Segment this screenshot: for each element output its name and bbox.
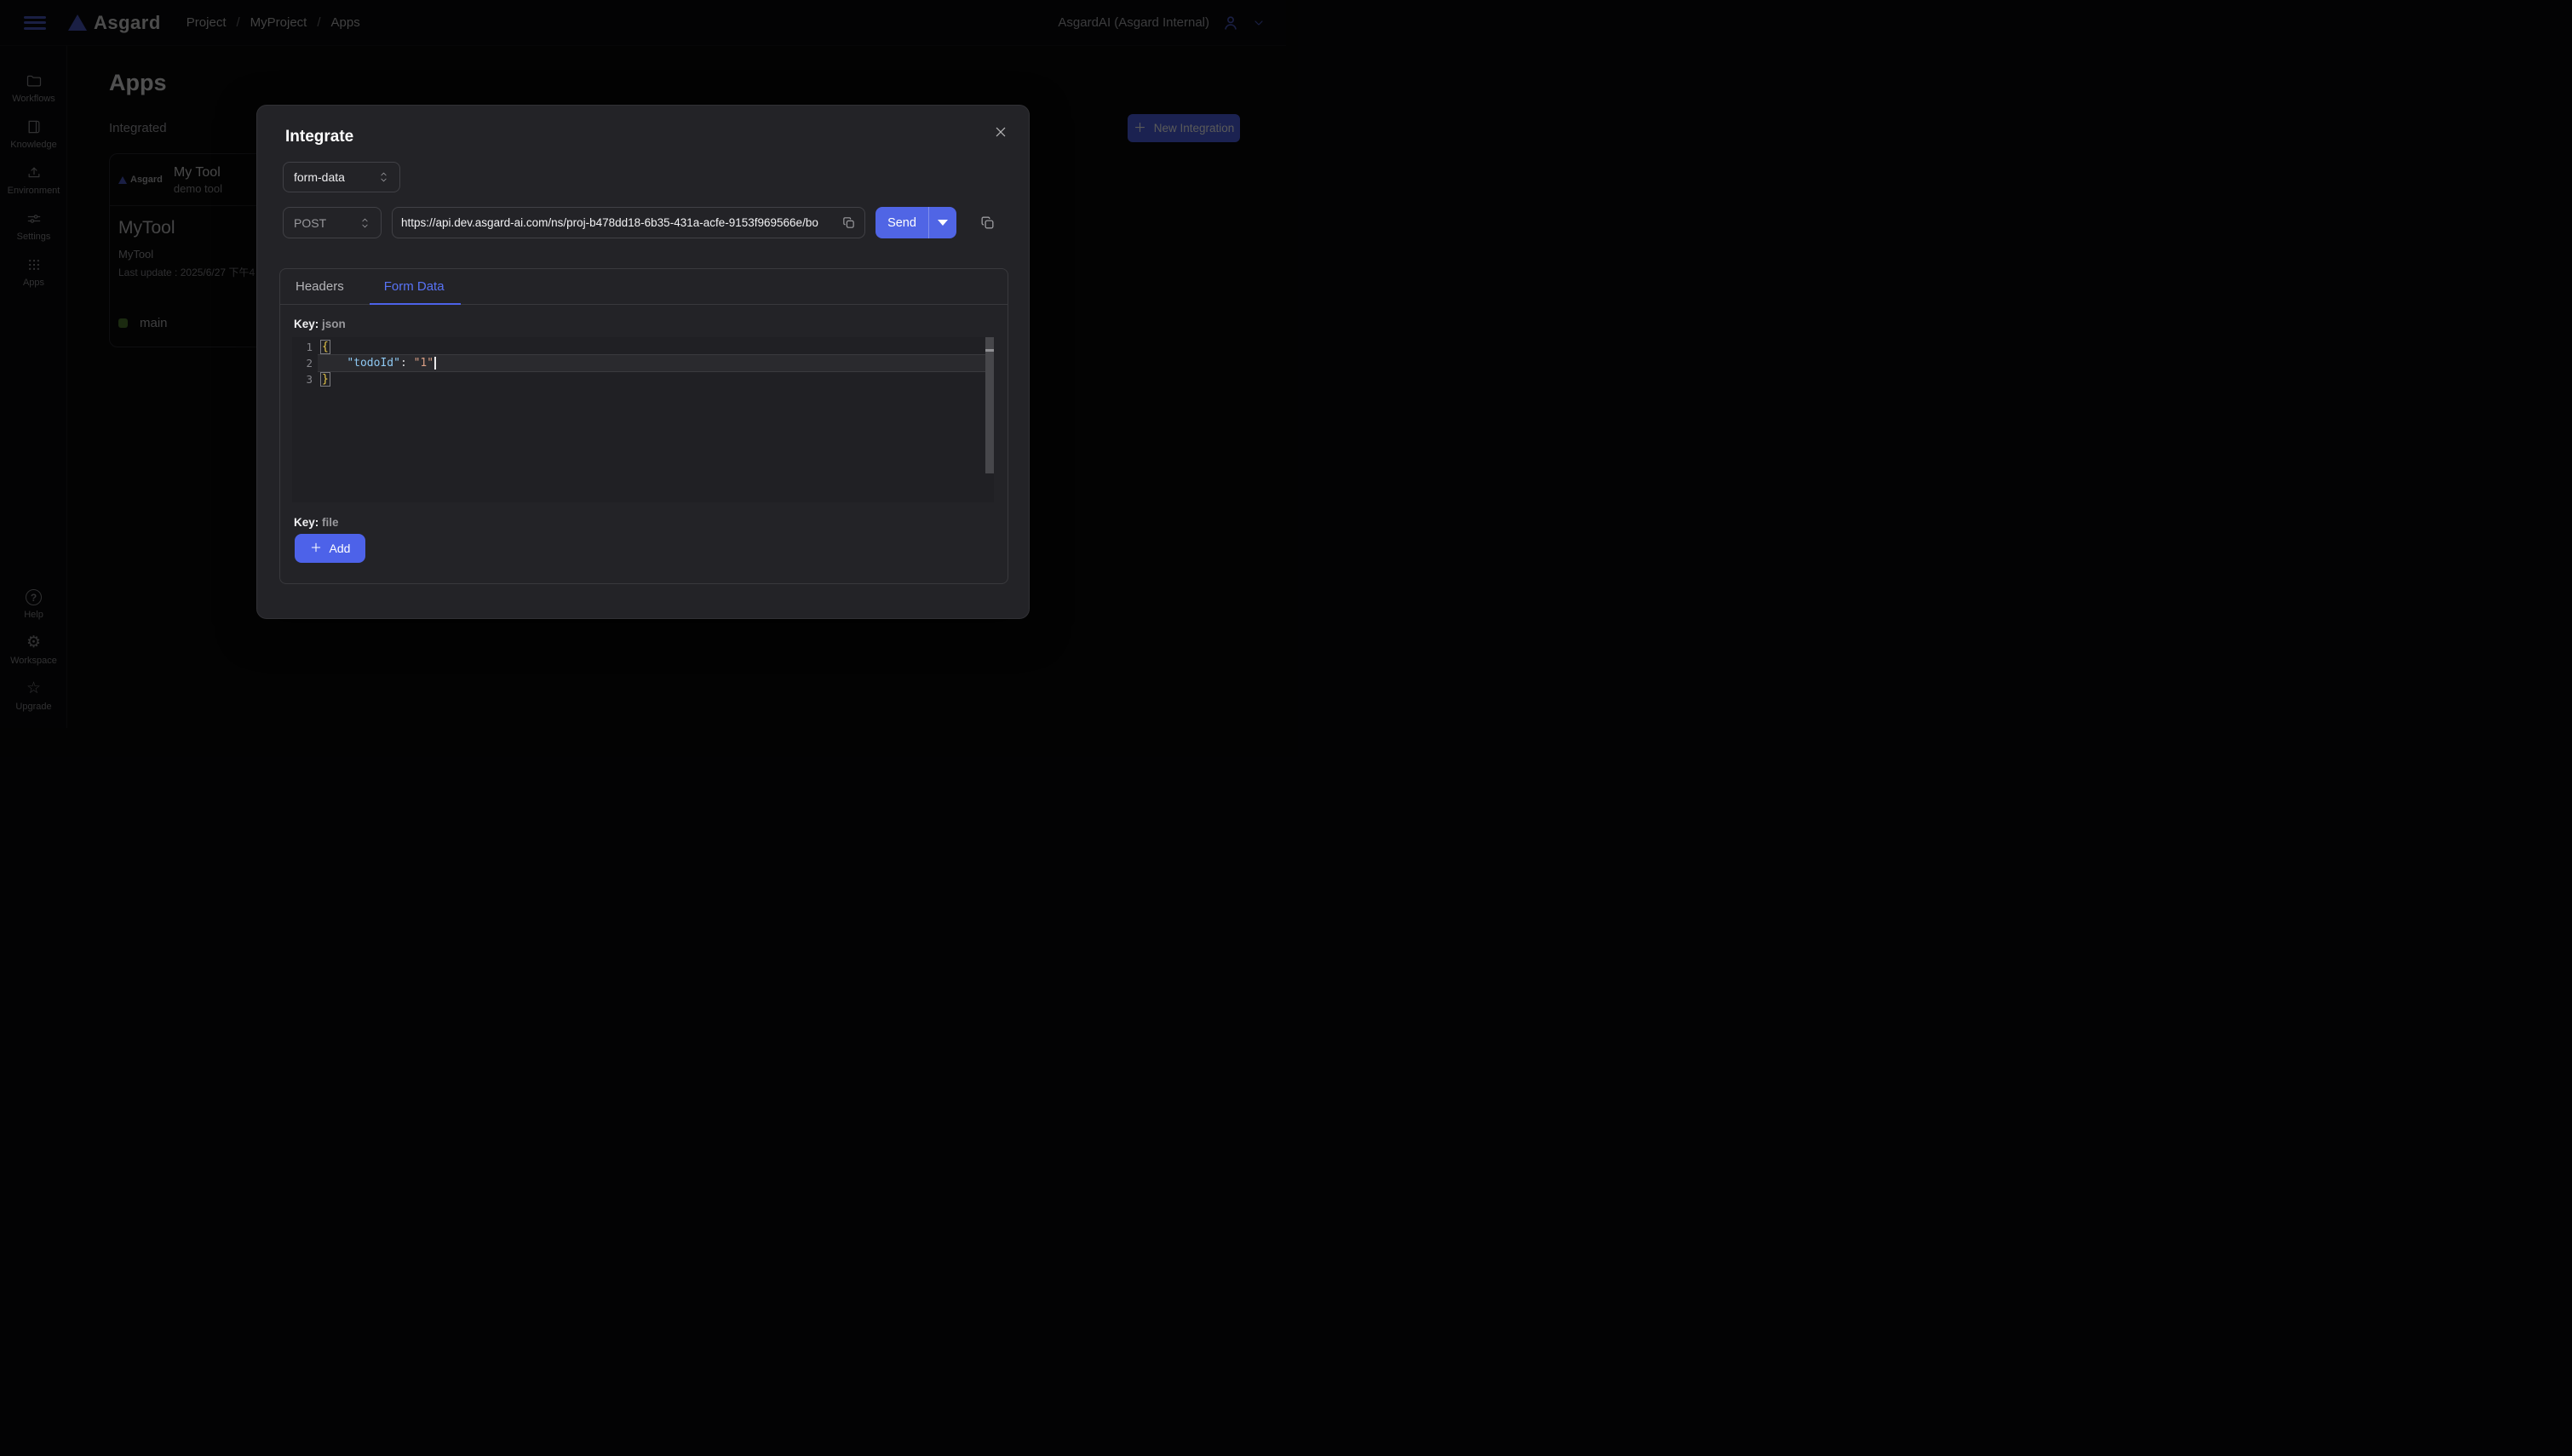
copy-url-icon[interactable] <box>841 215 856 230</box>
code-line-1: 1 { <box>292 339 994 355</box>
send-button[interactable]: Send <box>876 207 956 238</box>
body-type-select[interactable]: form-data <box>283 162 400 192</box>
modal-title: Integrate <box>285 128 353 146</box>
add-file-button[interactable]: Add <box>295 534 365 563</box>
json-key-label: Key: json <box>294 318 346 330</box>
file-key-label: Key: file <box>294 516 339 529</box>
open-brace-token: { <box>320 340 330 354</box>
body-type-value: form-data <box>294 170 345 184</box>
code-line-2: 2 "todoId" : "1" <box>292 355 994 371</box>
caret-down-icon <box>938 220 948 226</box>
tab-headers[interactable]: Headers <box>296 279 344 294</box>
json-code-editor[interactable]: 1 { 2 "todoId" : "1" 3 } <box>292 337 994 502</box>
send-label: Send <box>876 216 928 230</box>
code-line-3: 3 } <box>292 371 994 387</box>
json-key-token: "todoId" <box>347 357 400 370</box>
tab-form-data[interactable]: Form Data <box>384 279 445 294</box>
file-key-name: file <box>322 516 339 529</box>
colon-token: : <box>400 357 414 370</box>
tab-bar: Headers Form Data <box>280 269 1008 305</box>
select-chevrons-icon <box>378 170 389 184</box>
json-key-name: json <box>322 318 346 330</box>
line-number: 1 <box>292 341 313 353</box>
indent <box>320 357 347 370</box>
line-number: 2 <box>292 357 313 370</box>
request-body-panel: Headers Form Data Key: json 1 { 2 "todoI… <box>279 268 1008 584</box>
request-url-value: https://api.dev.asgard-ai.com/ns/proj-b4… <box>401 216 841 229</box>
add-label: Add <box>330 542 351 555</box>
close-brace-token: } <box>320 372 330 387</box>
line-number: 3 <box>292 373 313 386</box>
method-select[interactable]: POST <box>283 207 382 238</box>
select-chevrons-icon <box>359 216 370 230</box>
integrate-modal: Integrate form-data POST https://api.dev… <box>256 105 1030 619</box>
request-url-input[interactable]: https://api.dev.asgard-ai.com/ns/proj-b4… <box>392 207 865 238</box>
text-cursor <box>434 357 436 370</box>
send-options-dropdown[interactable] <box>929 220 956 226</box>
method-value: POST <box>294 216 326 230</box>
close-icon[interactable] <box>990 121 1012 143</box>
plus-icon <box>310 542 322 556</box>
json-value-token: "1" <box>414 357 433 370</box>
copy-request-icon[interactable] <box>979 215 996 231</box>
active-tab-underline <box>370 303 461 305</box>
